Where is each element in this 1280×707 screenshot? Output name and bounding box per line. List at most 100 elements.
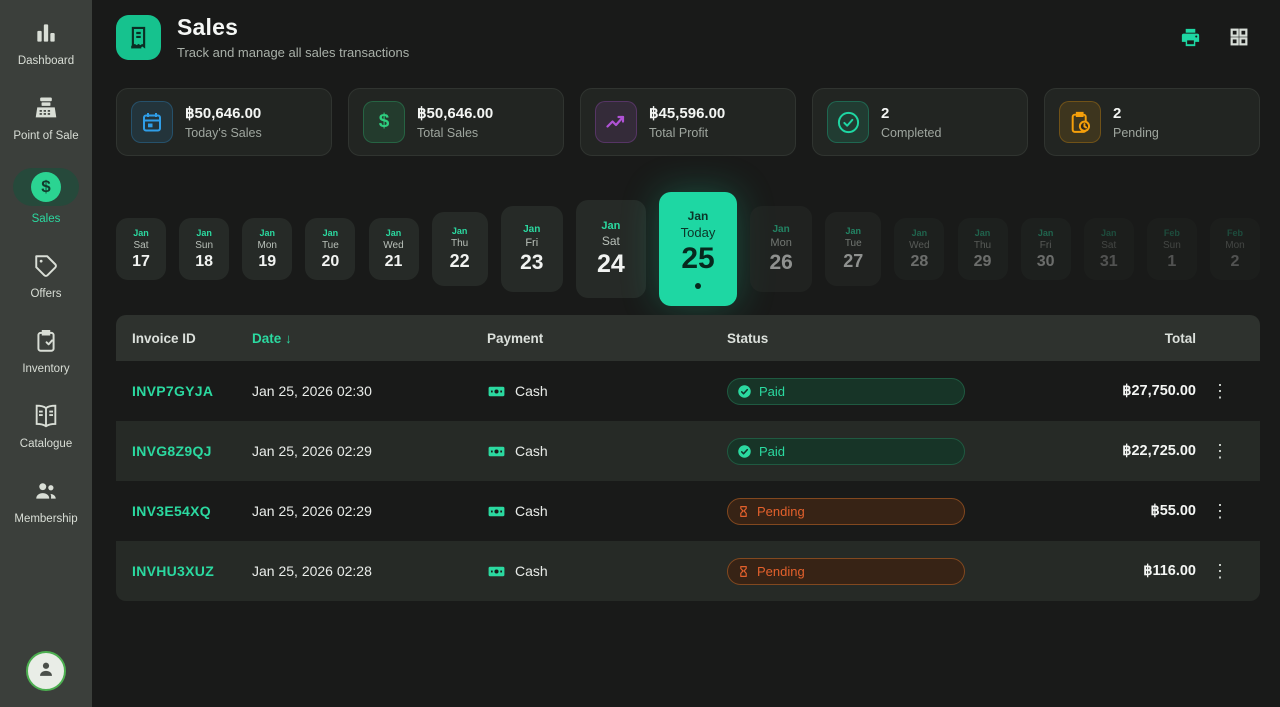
stat-card-today-s-sales: ฿50,646.00 Today's Sales [116,88,332,156]
date-month: Jan [196,228,212,238]
table-row[interactable]: INV3E54XQ Jan 25, 2026 02:29 Cash Pendin… [116,481,1260,541]
users-icon [31,476,61,506]
selected-day-dot [695,283,701,289]
date-number: 20 [321,253,339,271]
date-number: 27 [843,251,863,272]
invoice-id-link[interactable]: INVP7GYJA [132,383,252,399]
payment-method: Cash [515,563,548,579]
date-dayname: Thu [451,238,468,249]
sidebar-item-membership[interactable]: Membership [14,476,77,525]
date-month: Jan [688,209,709,223]
row-date: Jan 25, 2026 02:29 [252,503,487,519]
date-card-jan-29[interactable]: Jan Thu 29 [958,218,1008,280]
open-book-icon [31,401,61,431]
cash-icon [487,382,506,401]
row-total: ฿55.00 [1082,503,1196,519]
status-label: Pending [757,504,805,519]
date-number: 18 [195,253,213,271]
sidebar-nav: Dashboard Point of Sale $ Sales Offers I… [13,18,79,551]
sidebar-item-inventory[interactable]: Inventory [22,326,69,375]
date-number: 23 [520,251,543,275]
date-card-jan-31[interactable]: Jan Sat 31 [1084,218,1134,280]
sidebar-item-label: Inventory [22,363,69,375]
sidebar-item-catalogue[interactable]: Catalogue [20,401,72,450]
row-date: Jan 25, 2026 02:29 [252,443,487,459]
stat-value: 2 [1113,105,1159,122]
invoice-id-link[interactable]: INV3E54XQ [132,503,252,519]
date-number: 2 [1231,253,1240,271]
stat-value: ฿50,646.00 [417,104,493,122]
dollar-icon: $ [363,101,405,143]
check-badge-icon [737,384,752,399]
main-content: Sales Track and manage all sales transac… [92,0,1280,707]
row-total: ฿22,725.00 [1082,443,1196,459]
date-card-jan-27[interactable]: Jan Tue 27 [825,212,881,286]
sidebar-item-point-of-sale[interactable]: Point of Sale [13,93,78,142]
header-invoice-id[interactable]: Invoice ID [132,331,252,346]
sidebar-item-label: Offers [30,288,61,300]
grid-view-button[interactable] [1228,26,1250,49]
row-menu-button[interactable]: ⋮ [1196,382,1244,400]
row-menu-button[interactable]: ⋮ [1196,442,1244,460]
cash-icon [487,502,506,521]
clipboard-check-icon [31,326,61,356]
date-card-feb-2[interactable]: Feb Mon 2 [1210,218,1260,280]
row-date: Jan 25, 2026 02:28 [252,563,487,579]
date-number: 31 [1100,253,1118,271]
date-card-jan-21[interactable]: Jan Wed 21 [369,218,419,280]
table-row[interactable]: INVG8Z9QJ Jan 25, 2026 02:29 Cash Paid ฿… [116,421,1260,481]
table-body: INVP7GYJA Jan 25, 2026 02:30 Cash Paid ฿… [116,361,1260,601]
sort-down-icon: ↓ [285,331,292,346]
date-number: 21 [385,253,403,271]
page-title: Sales [177,14,409,41]
stat-value: ฿50,646.00 [185,104,262,122]
row-date: Jan 25, 2026 02:30 [252,383,487,399]
invoice-id-link[interactable]: INVG8Z9QJ [132,443,252,459]
row-menu-button[interactable]: ⋮ [1196,502,1244,520]
sidebar: Dashboard Point of Sale $ Sales Offers I… [0,0,92,707]
date-card-jan-22[interactable]: Jan Thu 22 [432,212,488,286]
date-number: 1 [1167,253,1176,271]
date-card-jan-24[interactable]: Jan Sat 24 [576,200,646,298]
date-dayname: Fri [525,237,538,249]
table-row[interactable]: INVP7GYJA Jan 25, 2026 02:30 Cash Paid ฿… [116,361,1260,421]
sidebar-item-sales[interactable]: $ Sales [13,168,79,225]
table-row[interactable]: INVHU3XUZ Jan 25, 2026 02:28 Cash Pendin… [116,541,1260,601]
date-month: Jan [452,226,468,236]
date-card-jan-25[interactable]: Jan Today 25 [659,192,737,306]
stats-row: ฿50,646.00 Today's Sales $ ฿50,646.00 To… [116,88,1260,156]
sidebar-item-offers[interactable]: Offers [30,251,61,300]
print-button[interactable] [1179,26,1202,49]
date-card-jan-19[interactable]: Jan Mon 19 [242,218,292,280]
tag-icon [31,251,61,281]
header-payment[interactable]: Payment [487,331,727,346]
payment-method: Cash [515,503,548,519]
title-block: Sales Track and manage all sales transac… [177,14,409,60]
clipboard-clock-icon [1059,101,1101,143]
header-status[interactable]: Status [727,331,1082,346]
date-number: 24 [597,250,625,279]
payment-method: Cash [515,383,548,399]
stat-label: Total Sales [417,126,493,140]
user-avatar[interactable] [26,651,66,691]
date-month: Jan [523,224,540,235]
header-total[interactable]: Total [1082,331,1196,346]
sidebar-item-label: Point of Sale [13,130,78,142]
date-month: Jan [133,228,149,238]
sidebar-item-dashboard[interactable]: Dashboard [18,18,74,67]
row-menu-button[interactable]: ⋮ [1196,562,1244,580]
date-month: Jan [323,228,339,238]
page-header: Sales Track and manage all sales transac… [116,14,1260,60]
date-card-jan-30[interactable]: Jan Fri 30 [1021,218,1071,280]
date-card-jan-26[interactable]: Jan Mon 26 [750,206,812,292]
date-card-jan-20[interactable]: Jan Tue 20 [305,218,355,280]
date-card-jan-23[interactable]: Jan Fri 23 [501,206,563,292]
date-card-jan-18[interactable]: Jan Sun 18 [179,218,229,280]
stat-label: Pending [1113,126,1159,140]
header-date-sort[interactable]: Date ↓ [252,331,487,346]
status-label: Paid [759,444,785,459]
invoice-id-link[interactable]: INVHU3XUZ [132,563,252,579]
date-card-jan-28[interactable]: Jan Wed 28 [894,218,944,280]
date-card-jan-17[interactable]: Jan Sat 17 [116,218,166,280]
date-card-feb-1[interactable]: Feb Sun 1 [1147,218,1197,280]
